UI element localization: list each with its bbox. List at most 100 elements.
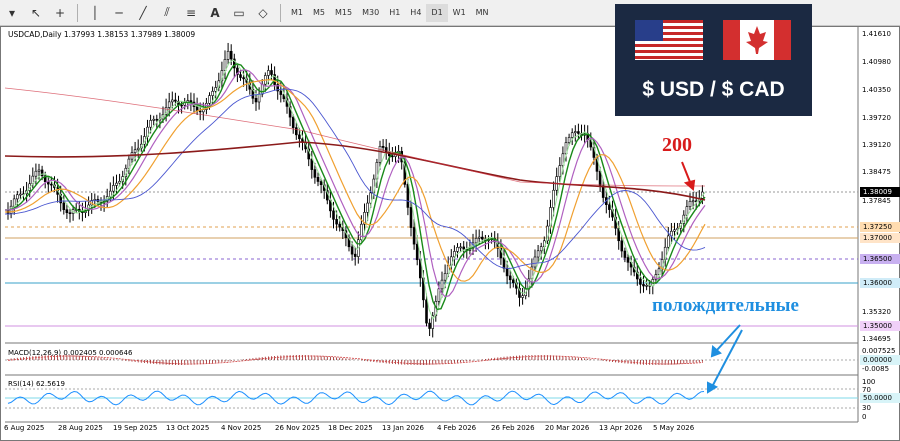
- candle-body: [505, 268, 509, 277]
- candle-body: [34, 170, 38, 177]
- candle-body: [666, 235, 670, 248]
- candle-body: [623, 250, 627, 258]
- candle-body: [242, 77, 245, 80]
- y-axis-label: 1.40350: [862, 86, 891, 94]
- candle-body: [149, 120, 152, 128]
- candle-body: [691, 200, 695, 203]
- chart-title: USDCAD,Daily 1.37993 1.38153 1.37989 1.3…: [8, 30, 196, 39]
- candle-body: [50, 183, 53, 186]
- candle-body: [115, 182, 118, 186]
- candle-body: [406, 184, 410, 208]
- y-axis-label: 1.39720: [862, 114, 891, 122]
- candle-body: [319, 181, 323, 185]
- candle-body: [239, 74, 242, 78]
- candle-body: [459, 246, 462, 249]
- candle-body: [645, 284, 648, 287]
- candle-body: [502, 257, 506, 269]
- candle-body: [456, 247, 459, 252]
- annotation-arrow-200: [681, 161, 696, 191]
- candle-body: [378, 146, 382, 163]
- macd-axis-label: 0.00000: [860, 355, 900, 365]
- macd-title: MACD(12,26,9) 0.002405 0.000646: [8, 349, 133, 357]
- candle-body: [536, 250, 540, 258]
- x-axis-label: 26 Nov 2025: [275, 424, 320, 432]
- candle-body: [313, 169, 317, 178]
- x-axis-label: 18 Dec 2025: [328, 424, 373, 432]
- candle-body: [688, 200, 692, 207]
- candle-body: [673, 229, 676, 232]
- candle-body: [558, 165, 562, 177]
- x-axis-label: 19 Sep 2025: [113, 424, 158, 432]
- x-axis-label: 13 Apr 2026: [599, 424, 643, 432]
- candle-body: [366, 202, 369, 213]
- candle-body: [428, 322, 431, 329]
- rsi-axis-label: 50.0000: [860, 393, 900, 403]
- candle-body: [338, 223, 342, 228]
- current-price-tag: 1.38009: [860, 187, 900, 197]
- macd-axis-label: 0.007525: [862, 347, 896, 355]
- x-axis-label: 26 Feb 2026: [491, 424, 535, 432]
- candle-body: [360, 223, 363, 241]
- y-axis-label: 1.35320: [862, 308, 891, 316]
- rsi-axis-label: 30: [862, 404, 871, 412]
- y-axis-label: 1.39120: [862, 141, 891, 149]
- level-tag-13725: 1.37250: [860, 222, 900, 232]
- candle-body: [335, 219, 338, 225]
- candle-body: [112, 185, 115, 192]
- candle-body: [474, 237, 478, 244]
- candle-body: [508, 275, 512, 281]
- candle-body: [223, 59, 227, 71]
- level-tag-13500: 1.35000: [860, 321, 900, 331]
- x-axis-label: 5 May 2026: [653, 424, 695, 432]
- candle-body: [226, 50, 230, 60]
- canada-flag-icon: [723, 20, 791, 60]
- y-axis-label: 1.41610: [862, 30, 891, 38]
- annotation-arrow-rsi: [707, 329, 743, 394]
- candle-body: [68, 212, 72, 215]
- candle-body: [291, 116, 295, 128]
- candle-body: [639, 278, 642, 285]
- candle-body: [174, 99, 177, 102]
- candle-body: [310, 158, 314, 170]
- candle-body: [642, 284, 645, 287]
- macd-axis-label: -0.0085: [862, 365, 890, 373]
- level-tag-13650: 1.36500: [860, 254, 900, 264]
- candle-body: [167, 101, 171, 108]
- candle-body: [453, 251, 456, 258]
- candle-body: [391, 155, 394, 158]
- candle-body: [598, 171, 602, 187]
- level-tag-13600: 1.36000: [860, 278, 900, 288]
- candle-body: [118, 180, 121, 184]
- candle-body: [316, 177, 320, 182]
- y-axis-label: 1.38475: [862, 168, 891, 176]
- candle-body: [685, 206, 689, 216]
- candle-body: [350, 246, 354, 255]
- candle-body: [443, 273, 447, 281]
- candle-body: [294, 127, 298, 136]
- candle-body: [567, 137, 571, 143]
- candle-body: [425, 299, 428, 324]
- candle-body: [12, 198, 16, 207]
- y-axis-label: 1.37845: [862, 197, 891, 205]
- candle-body: [15, 194, 19, 200]
- level-tag-13700: 1.37000: [860, 233, 900, 243]
- candle-body: [332, 210, 335, 220]
- candle-body: [214, 87, 217, 92]
- ma-200-annotation: 200: [662, 134, 692, 156]
- candle-body: [279, 90, 283, 95]
- candle-body: [189, 100, 193, 103]
- banner-caption: $ USD / $ CAD: [642, 78, 785, 101]
- x-axis-label: 6 Aug 2025: [4, 424, 45, 432]
- candle-body: [601, 185, 605, 198]
- candle-body: [533, 256, 537, 268]
- x-axis-label: 4 Nov 2025: [221, 424, 262, 432]
- candle-body: [62, 202, 66, 210]
- candle-body: [229, 50, 233, 60]
- usd-cad-banner: $ USD / $ CAD: [615, 4, 812, 116]
- candle-body: [409, 207, 413, 228]
- candle-body: [573, 131, 577, 134]
- x-axis-label: 28 Aug 2025: [58, 424, 103, 432]
- y-axis-label: 1.40980: [862, 58, 891, 66]
- candle-body: [577, 131, 580, 134]
- x-axis-label: 20 Mar 2026: [545, 424, 590, 432]
